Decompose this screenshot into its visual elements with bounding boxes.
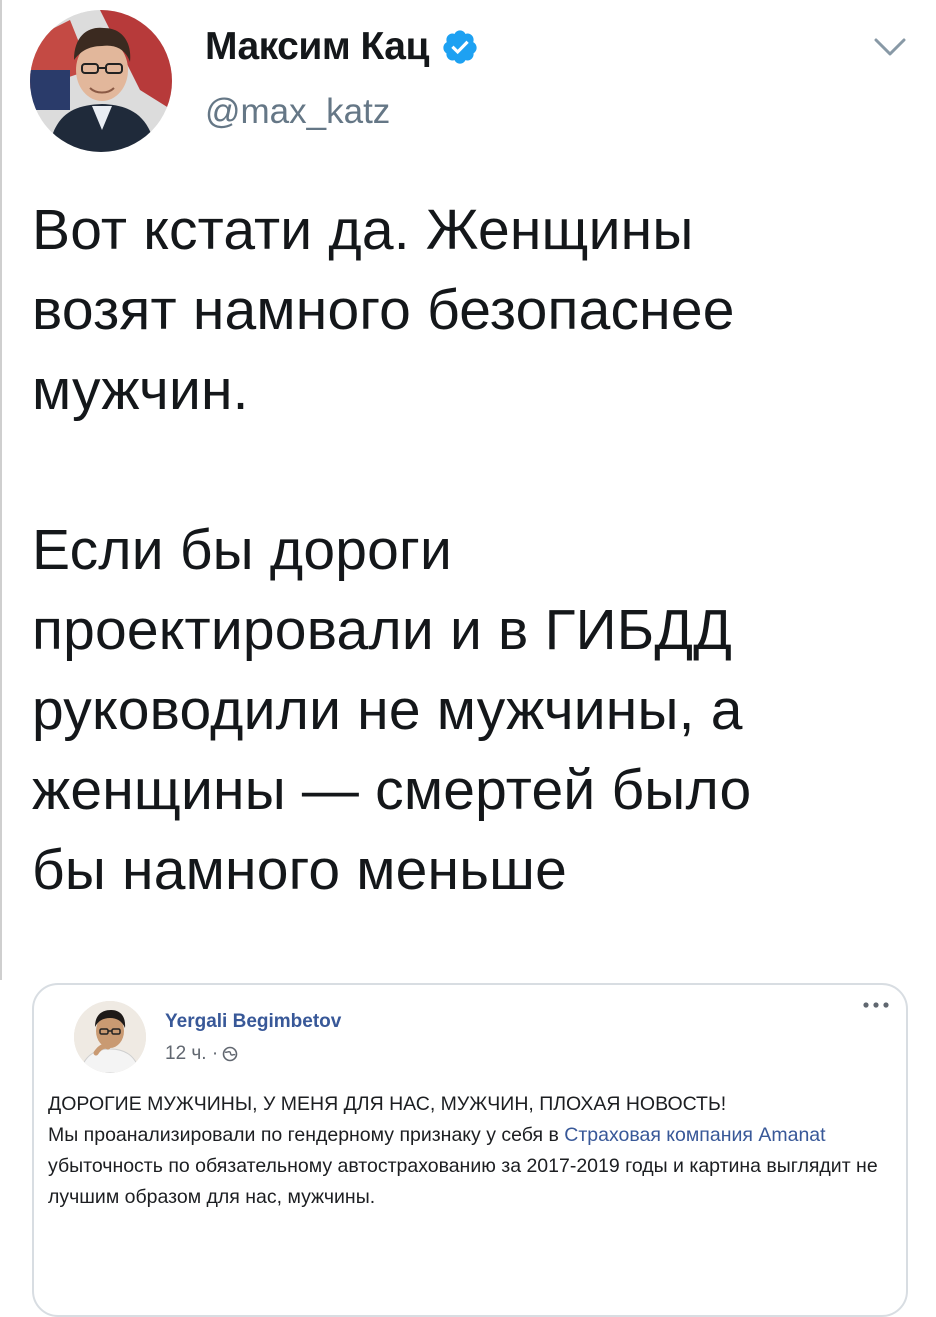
post-body: ДОРОГИЕ МУЖЧИНЫ, У МЕНЯ ДЛЯ НАС, МУЖЧИН,… bbox=[48, 1089, 898, 1213]
post-text: Мы проанализировали по гендерному призна… bbox=[48, 1120, 898, 1213]
company-link[interactable]: Страховая компания Amanat bbox=[564, 1124, 825, 1146]
verified-badge-icon bbox=[441, 28, 479, 66]
post-text-end: убыточность по обязательному автострахов… bbox=[48, 1155, 878, 1208]
author-avatar[interactable] bbox=[30, 10, 172, 152]
post-time[interactable]: 12 ч. · bbox=[165, 1043, 218, 1065]
globe-icon bbox=[222, 1046, 238, 1062]
post-author-avatar[interactable] bbox=[74, 1001, 146, 1073]
post-meta: 12 ч. · bbox=[165, 1043, 238, 1065]
post-text-start: Мы проанализировали по гендерному призна… bbox=[48, 1124, 565, 1146]
tweet-paragraph-1: Вот кстати да. Женщины возят намного без… bbox=[32, 198, 735, 422]
tweet-header: Максим Кац @max_katz bbox=[0, 0, 936, 170]
more-icon[interactable] bbox=[858, 995, 894, 1015]
post-author-name[interactable]: Yergali Begimbetov bbox=[165, 1011, 341, 1033]
author-handle[interactable]: @max_katz bbox=[205, 92, 390, 132]
chevron-down-icon[interactable] bbox=[870, 32, 910, 62]
tweet-text: Вот кстати да. Женщины возят намного без… bbox=[32, 190, 912, 910]
display-name[interactable]: Максим Кац bbox=[205, 25, 429, 69]
display-name-row: Максим Кац bbox=[205, 22, 479, 72]
embedded-facebook-post[interactable]: Yergali Begimbetov 12 ч. · ДОРОГИЕ МУЖЧИ… bbox=[32, 983, 908, 1317]
profile-photo-icon bbox=[30, 10, 172, 152]
tweet-paragraph-2: Если бы дороги проектировали и в ГИБДД р… bbox=[32, 518, 752, 902]
profile-photo-icon bbox=[74, 1001, 146, 1073]
post-headline: ДОРОГИЕ МУЖЧИНЫ, У МЕНЯ ДЛЯ НАС, МУЖЧИН,… bbox=[48, 1093, 727, 1115]
